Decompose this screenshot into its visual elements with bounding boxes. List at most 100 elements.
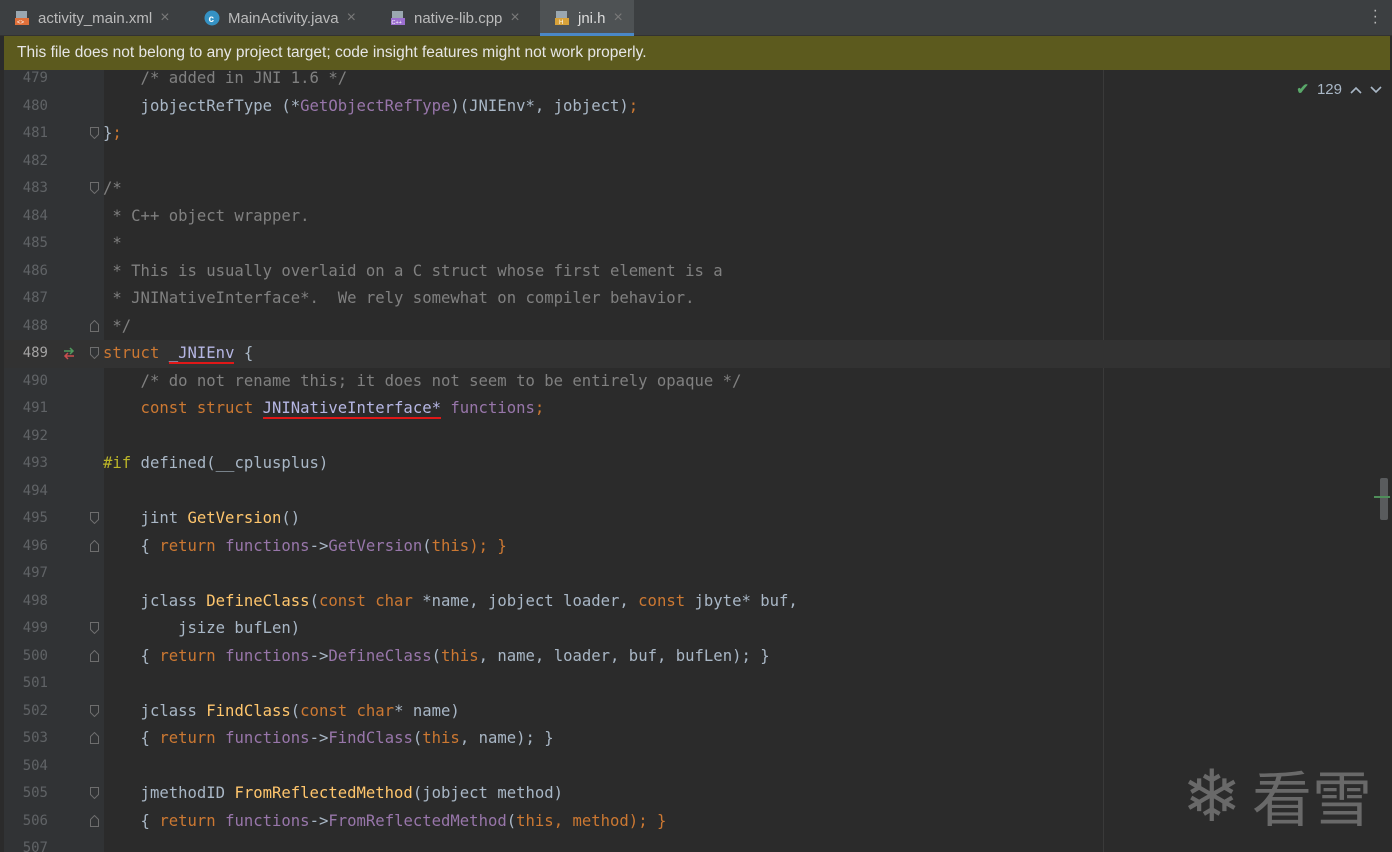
line-number: 490 xyxy=(22,372,48,389)
tab-native-lib-cpp[interactable]: C++ native-lib.cpp × xyxy=(376,0,540,36)
java-class-icon: c xyxy=(204,10,220,26)
code-token: ( xyxy=(431,646,442,665)
code-line[interactable]: 482 xyxy=(4,148,1390,176)
code-token: const struct xyxy=(103,399,263,417)
code-line[interactable]: 499 jsize bufLen) xyxy=(4,615,1390,643)
xml-file-icon: <> xyxy=(14,10,30,26)
implementation-gutter-icon[interactable] xyxy=(62,346,76,365)
code-token: jmethodID xyxy=(103,784,235,802)
code-token: functions xyxy=(215,729,310,747)
line-number: 494 xyxy=(22,482,48,499)
code-line[interactable]: 497 xyxy=(4,560,1390,588)
code-line[interactable]: 483 /* xyxy=(4,175,1390,203)
fold-start-icon[interactable] xyxy=(90,127,99,139)
line-number: 495 xyxy=(22,510,48,526)
line-number: 499 xyxy=(22,620,48,636)
tab-label: jni.h xyxy=(578,9,606,27)
next-highlight-icon[interactable] xyxy=(1370,82,1382,97)
code-token: ( xyxy=(290,701,301,720)
code-line[interactable]: 502 jclass FindClass(const char* name) xyxy=(4,698,1390,726)
inspection-widget[interactable]: ✔ 129 xyxy=(1296,80,1382,98)
code-token: _JNIEnv xyxy=(168,344,235,364)
previous-highlight-icon[interactable] xyxy=(1350,82,1362,97)
code-line[interactable]: 501 xyxy=(4,670,1390,698)
code-token: ( xyxy=(309,591,319,610)
code-token: -> xyxy=(309,646,329,665)
fold-end-icon[interactable] xyxy=(90,319,99,332)
inspection-count: 129 xyxy=(1316,80,1342,98)
cpp-file-icon: C++ xyxy=(390,10,406,26)
code-line[interactable]: 489 struct _JNIEnv { xyxy=(4,340,1390,368)
fold-end-icon[interactable] xyxy=(90,649,99,662)
line-number: 498 xyxy=(22,592,48,609)
code-line[interactable]: 484 * C++ object wrapper. xyxy=(4,203,1390,231)
code-line[interactable]: 496 { return functions->GetVersion(this)… xyxy=(4,533,1390,561)
line-number: 502 xyxy=(22,702,48,719)
code-token: jsize bufLen) xyxy=(103,619,301,637)
code-token: #if xyxy=(103,454,132,472)
code-line[interactable]: 491 const struct JNINativeInterface* fun… xyxy=(4,395,1390,423)
code-token: * C++ object wrapper. xyxy=(103,206,310,225)
code-token: GetVersion xyxy=(187,509,282,527)
code-line[interactable]: 490 /* do not rename this; it does not s… xyxy=(4,368,1390,396)
code-text: jobjectRefType (*GetObjectRefType)(JNIEn… xyxy=(103,93,639,121)
fold-start-icon[interactable] xyxy=(90,787,99,799)
code-token: functions xyxy=(215,536,310,555)
code-line[interactable]: 492 xyxy=(4,423,1390,451)
code-text: * JNINativeInterface*. We rely somewhat … xyxy=(103,285,694,313)
svg-text:C++: C++ xyxy=(392,20,402,26)
code-token: (jobject method) xyxy=(412,784,564,802)
code-line[interactable]: 493 #if defined(__cplusplus) xyxy=(4,450,1390,478)
tab-activity-main-xml[interactable]: <> activity_main.xml × xyxy=(0,0,190,36)
tab-jni-h[interactable]: H jni.h × xyxy=(540,0,634,36)
fold-start-icon[interactable] xyxy=(90,347,99,359)
code-text: /* added in JNI 1.6 */ xyxy=(103,70,348,93)
tab-label: activity_main.xml xyxy=(38,9,153,27)
code-text: jsize bufLen) xyxy=(103,615,300,643)
code-token: { xyxy=(103,729,160,747)
tab-main-activity-java[interactable]: c MainActivity.java × xyxy=(190,0,376,36)
code-line[interactable]: 495 jint GetVersion() xyxy=(4,505,1390,533)
close-icon[interactable]: × xyxy=(160,9,169,27)
check-icon: ✔ xyxy=(1296,81,1309,98)
code-line[interactable]: 481}; xyxy=(4,120,1390,148)
fold-end-icon[interactable] xyxy=(90,732,99,744)
code-line[interactable]: 494 xyxy=(4,478,1390,506)
line-number: 497 xyxy=(22,565,48,581)
close-icon[interactable]: × xyxy=(347,9,356,27)
code-text: jclass FindClass(const char* name) xyxy=(103,698,460,726)
code-text: { return functions->FindClass(this, name… xyxy=(103,725,554,753)
line-number: 496 xyxy=(22,537,48,554)
fold-start-icon[interactable] xyxy=(90,512,99,524)
code-line[interactable]: 485 * xyxy=(4,230,1390,258)
code-line[interactable]: 500 { return functions->DefineClass(this… xyxy=(4,643,1390,671)
code-token: return xyxy=(159,646,216,665)
code-text: { return functions->DefineClass(this, na… xyxy=(103,643,770,671)
line-number: 486 xyxy=(22,262,48,279)
code-token: , name, loader, buf, bufLen); } xyxy=(478,646,770,665)
code-editor[interactable]: 479 /* added in JNI 1.6 */480 jobjectRef… xyxy=(4,70,1390,852)
code-token: JNINativeInterface* xyxy=(262,399,441,419)
code-line[interactable]: 487 * JNINativeInterface*. We rely somew… xyxy=(4,285,1390,313)
code-token: { xyxy=(103,536,160,555)
close-icon[interactable]: × xyxy=(510,9,519,27)
fold-start-icon[interactable] xyxy=(90,704,99,717)
code-text: * xyxy=(103,230,121,258)
code-token: */ xyxy=(103,316,132,335)
more-options-icon[interactable]: · · · xyxy=(1373,3,1378,31)
code-line[interactable]: 479 /* added in JNI 1.6 */ xyxy=(4,70,1390,93)
code-line[interactable]: 503 { return functions->FindClass(this, … xyxy=(4,725,1390,753)
code-token: functions xyxy=(215,811,310,830)
code-token: ; xyxy=(534,399,545,417)
fold-end-icon[interactable] xyxy=(90,539,99,552)
fold-end-icon[interactable] xyxy=(90,814,99,827)
vertical-scrollbar[interactable] xyxy=(1380,478,1388,520)
code-line[interactable]: 480 jobjectRefType (*GetObjectRefType)(J… xyxy=(4,93,1390,121)
fold-start-icon[interactable] xyxy=(90,622,99,634)
fold-start-icon[interactable] xyxy=(90,182,99,194)
code-line[interactable]: 488 */ xyxy=(4,313,1390,341)
code-line[interactable]: 486 * This is usually overlaid on a C st… xyxy=(4,258,1390,286)
code-line[interactable]: 498 jclass DefineClass(const char *name,… xyxy=(4,588,1390,616)
close-icon[interactable]: × xyxy=(614,9,623,27)
